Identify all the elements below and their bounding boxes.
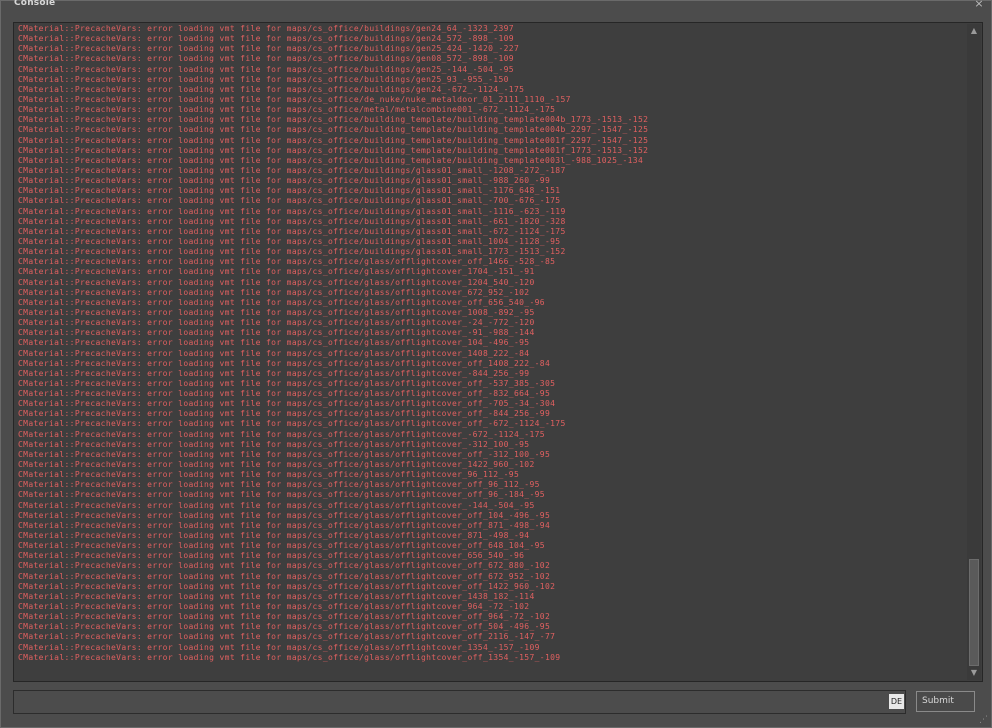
console-line: CMaterial::PrecacheVars: error loading v… — [18, 155, 644, 165]
scroll-up-arrow-icon[interactable]: ▲ — [967, 24, 981, 38]
console-line: CMaterial::PrecacheVars: error loading v… — [18, 115, 649, 125]
console-line: CMaterial::PrecacheVars: error loading v… — [18, 561, 551, 571]
console-line: CMaterial::PrecacheVars: error loading v… — [18, 145, 649, 155]
console-line: CMaterial::PrecacheVars: error loading v… — [18, 44, 520, 54]
console-line: CMaterial::PrecacheVars: error loading v… — [18, 500, 535, 510]
console-line: CMaterial::PrecacheVars: error loading v… — [18, 571, 551, 581]
console-line: CMaterial::PrecacheVars: error loading v… — [18, 449, 551, 459]
console-line: CMaterial::PrecacheVars: error loading v… — [18, 358, 551, 368]
console-line: CMaterial::PrecacheVars: error loading v… — [18, 318, 535, 328]
console-line: CMaterial::PrecacheVars: error loading v… — [18, 591, 535, 601]
console-line: CMaterial::PrecacheVars: error loading v… — [18, 470, 520, 480]
command-input-bar: DE — [13, 690, 906, 714]
console-line: CMaterial::PrecacheVars: error loading v… — [18, 236, 561, 246]
console-output: CMaterial::PrecacheVars: error loading v… — [18, 24, 964, 680]
console-line: CMaterial::PrecacheVars: error loading v… — [18, 186, 561, 196]
console-line: CMaterial::PrecacheVars: error loading v… — [18, 176, 551, 186]
console-line: CMaterial::PrecacheVars: error loading v… — [18, 520, 551, 530]
console-line: CMaterial::PrecacheVars: error loading v… — [18, 551, 525, 561]
console-line: CMaterial::PrecacheVars: error loading v… — [18, 338, 530, 348]
console-line: CMaterial::PrecacheVars: error loading v… — [18, 652, 561, 662]
console-line: CMaterial::PrecacheVars: error loading v… — [18, 206, 566, 216]
console-line: CMaterial::PrecacheVars: error loading v… — [18, 480, 540, 490]
console-line: CMaterial::PrecacheVars: error loading v… — [18, 399, 556, 409]
console-line: CMaterial::PrecacheVars: error loading v… — [18, 429, 545, 439]
console-line: CMaterial::PrecacheVars: error loading v… — [18, 247, 566, 257]
language-indicator: DE — [889, 694, 904, 709]
window-title: Console — [14, 0, 56, 8]
console-line: CMaterial::PrecacheVars: error loading v… — [18, 419, 566, 429]
console-line: CMaterial::PrecacheVars: error loading v… — [18, 622, 551, 632]
title-bar[interactable]: Console × — [1, 0, 991, 12]
console-line: CMaterial::PrecacheVars: error loading v… — [18, 84, 525, 94]
console-line: CMaterial::PrecacheVars: error loading v… — [18, 216, 566, 226]
console-line: CMaterial::PrecacheVars: error loading v… — [18, 94, 571, 104]
console-line: CMaterial::PrecacheVars: error loading v… — [18, 267, 535, 277]
console-line: CMaterial::PrecacheVars: error loading v… — [18, 24, 514, 33]
console-line: CMaterial::PrecacheVars: error loading v… — [18, 439, 530, 449]
console-line: CMaterial::PrecacheVars: error loading v… — [18, 378, 556, 388]
console-line: CMaterial::PrecacheVars: error loading v… — [18, 510, 551, 520]
console-line: CMaterial::PrecacheVars: error loading v… — [18, 531, 530, 541]
close-icon[interactable]: × — [973, 0, 985, 10]
console-line: CMaterial::PrecacheVars: error loading v… — [18, 581, 556, 591]
console-window: Console × CMaterial::PrecacheVars: error… — [0, 0, 992, 728]
scrollbar-thumb[interactable] — [969, 558, 979, 666]
console-line: CMaterial::PrecacheVars: error loading v… — [18, 389, 551, 399]
console-line: CMaterial::PrecacheVars: error loading v… — [18, 34, 514, 44]
console-line: CMaterial::PrecacheVars: error loading v… — [18, 257, 556, 267]
console-line: CMaterial::PrecacheVars: error loading v… — [18, 105, 556, 115]
console-line: CMaterial::PrecacheVars: error loading v… — [18, 328, 535, 338]
console-line: CMaterial::PrecacheVars: error loading v… — [18, 125, 649, 135]
console-line: CMaterial::PrecacheVars: error loading v… — [18, 297, 545, 307]
scroll-down-arrow-icon[interactable]: ▼ — [967, 666, 981, 680]
console-line: CMaterial::PrecacheVars: error loading v… — [18, 135, 649, 145]
console-line: CMaterial::PrecacheVars: error loading v… — [18, 612, 551, 622]
console-line: CMaterial::PrecacheVars: error loading v… — [18, 287, 530, 297]
console-output-panel: CMaterial::PrecacheVars: error loading v… — [13, 22, 983, 682]
console-line: CMaterial::PrecacheVars: error loading v… — [18, 409, 551, 419]
console-line: CMaterial::PrecacheVars: error loading v… — [18, 642, 540, 652]
vertical-scrollbar[interactable]: ▲ ▼ — [967, 24, 981, 680]
console-line: CMaterial::PrecacheVars: error loading v… — [18, 307, 535, 317]
console-line: CMaterial::PrecacheVars: error loading v… — [18, 277, 535, 287]
console-line: CMaterial::PrecacheVars: error loading v… — [18, 541, 545, 551]
console-line: CMaterial::PrecacheVars: error loading v… — [18, 490, 545, 500]
submit-button[interactable]: Submit — [916, 691, 975, 712]
console-line: CMaterial::PrecacheVars: error loading v… — [18, 226, 566, 236]
console-line: CMaterial::PrecacheVars: error loading v… — [18, 602, 530, 612]
console-line: CMaterial::PrecacheVars: error loading v… — [18, 196, 561, 206]
resize-grip-icon[interactable]: ⋰ — [979, 715, 989, 725]
console-line: CMaterial::PrecacheVars: error loading v… — [18, 74, 509, 84]
console-line: CMaterial::PrecacheVars: error loading v… — [18, 165, 566, 175]
scrollbar-track[interactable] — [969, 38, 979, 666]
console-line: CMaterial::PrecacheVars: error loading v… — [18, 348, 530, 358]
console-line: CMaterial::PrecacheVars: error loading v… — [18, 632, 556, 642]
console-line: CMaterial::PrecacheVars: error loading v… — [18, 460, 535, 470]
console-line: CMaterial::PrecacheVars: error loading v… — [18, 64, 514, 74]
console-line: CMaterial::PrecacheVars: error loading v… — [18, 368, 530, 378]
console-line: CMaterial::PrecacheVars: error loading v… — [18, 54, 514, 64]
command-input[interactable] — [17, 694, 887, 712]
